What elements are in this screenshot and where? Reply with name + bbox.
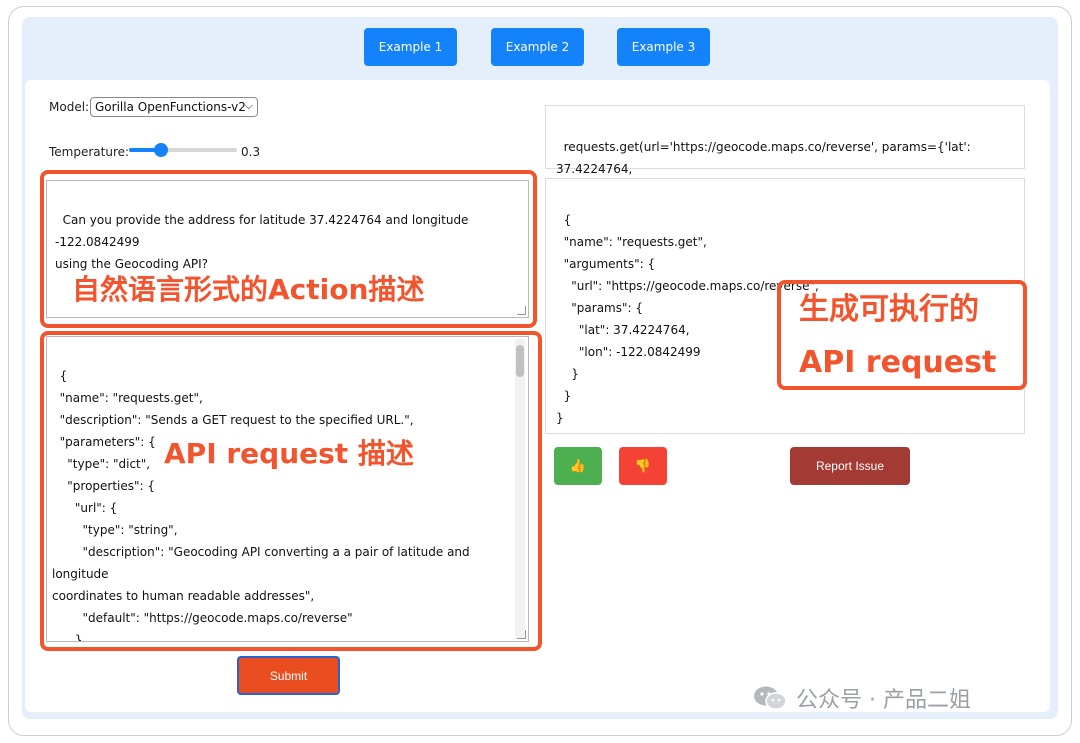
function-call-output: requests.get(url='https://geocode.maps.c…	[545, 105, 1025, 198]
model-select[interactable]: Gorilla OpenFunctions-v2 ⌵	[90, 97, 258, 117]
thumbs-down-button[interactable]: 👎	[619, 447, 667, 485]
watermark-text: 公众号 · 产品二姐	[796, 688, 971, 713]
temperature-value: 0.3	[241, 145, 261, 159]
spec-annotation: API request 描述	[164, 437, 414, 470]
temperature-label: Temperature:	[49, 145, 130, 159]
submit-button[interactable]: Submit	[237, 656, 340, 695]
spec-highlight-box	[40, 331, 542, 651]
model-label: Model:	[49, 100, 90, 114]
query-annotation: 自然语言形式的Action描述	[72, 273, 425, 306]
output-annotation-line1: 生成可执行的	[799, 292, 979, 327]
wechat-icon	[754, 686, 787, 710]
thumbs-up-icon: 👍	[569, 458, 587, 473]
report-issue-button[interactable]: Report Issue	[790, 447, 910, 485]
watermark: 公众号 · 产品二姐	[752, 682, 971, 714]
thumbs-up-button[interactable]: 👍	[554, 447, 602, 485]
example-2-button[interactable]: Example 2	[491, 28, 584, 66]
model-select-value: Gorilla OpenFunctions-v2	[95, 100, 246, 114]
example-3-button[interactable]: Example 3	[617, 28, 710, 66]
temperature-slider[interactable]	[129, 148, 237, 152]
chevron-down-icon: ⌵	[244, 99, 253, 112]
example-1-button[interactable]: Example 1	[364, 28, 457, 66]
output-annotation-line2: API request	[799, 345, 997, 380]
thumbs-down-icon: 👎	[634, 458, 652, 473]
